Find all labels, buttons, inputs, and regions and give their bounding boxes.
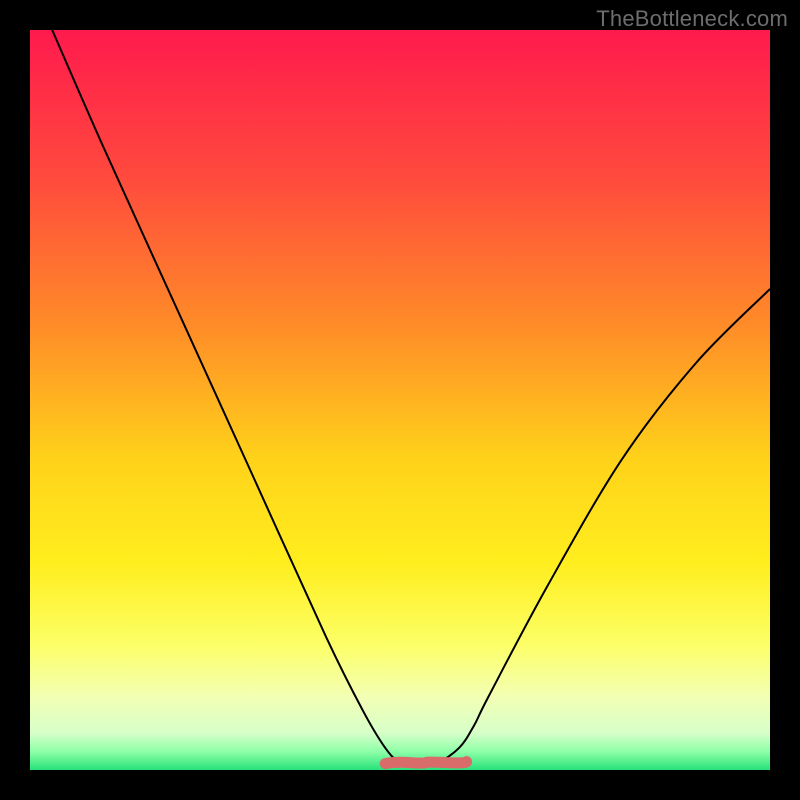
chart-frame: TheBottleneck.com xyxy=(0,0,800,800)
bottleneck-curve xyxy=(52,30,770,764)
plot-area xyxy=(30,30,770,770)
optimal-highlight xyxy=(385,762,466,764)
curve-layer xyxy=(30,30,770,770)
watermark-text: TheBottleneck.com xyxy=(596,6,788,32)
